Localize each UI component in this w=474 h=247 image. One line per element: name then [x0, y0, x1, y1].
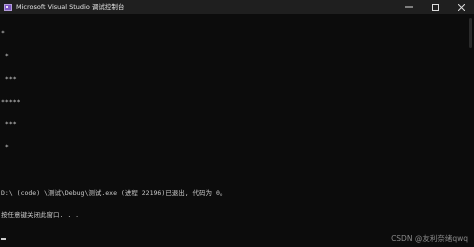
text-cursor [1, 238, 6, 241]
watermark: CSDN @友利奈绪qwq [391, 234, 468, 243]
vs-debug-console-icon [4, 3, 12, 11]
console-line: *** [1, 74, 17, 83]
window-controls [396, 0, 474, 14]
console-line: * [1, 29, 5, 38]
close-button[interactable] [448, 0, 474, 14]
minimize-button[interactable] [396, 0, 422, 14]
console-line: * [1, 51, 9, 60]
window-title: Microsoft Visual Studio 调试控制台 [16, 3, 125, 11]
maximize-button[interactable] [422, 0, 448, 14]
console-line: D:\ (code) \测试\Debug\测试.exe (进程 22196)已退… [1, 188, 227, 197]
minimize-icon [405, 6, 413, 8]
title-bar[interactable]: Microsoft Visual Studio 调试控制台 [0, 0, 474, 14]
console-line: *** [1, 120, 17, 129]
maximize-icon [431, 4, 439, 11]
console-output[interactable]: * * *** ***** *** * D:\ (code) \测试\Debug… [0, 14, 466, 247]
scrollbar-thumb[interactable] [469, 18, 472, 48]
vertical-scrollbar[interactable] [466, 14, 474, 247]
console-line: ***** [1, 97, 21, 106]
close-icon [457, 4, 465, 11]
console-window: Microsoft Visual Studio 调试控制台 * * *** **… [0, 0, 474, 247]
console-line: * [1, 143, 9, 152]
console-line: 按任意键关闭此窗口. . . [1, 211, 80, 220]
